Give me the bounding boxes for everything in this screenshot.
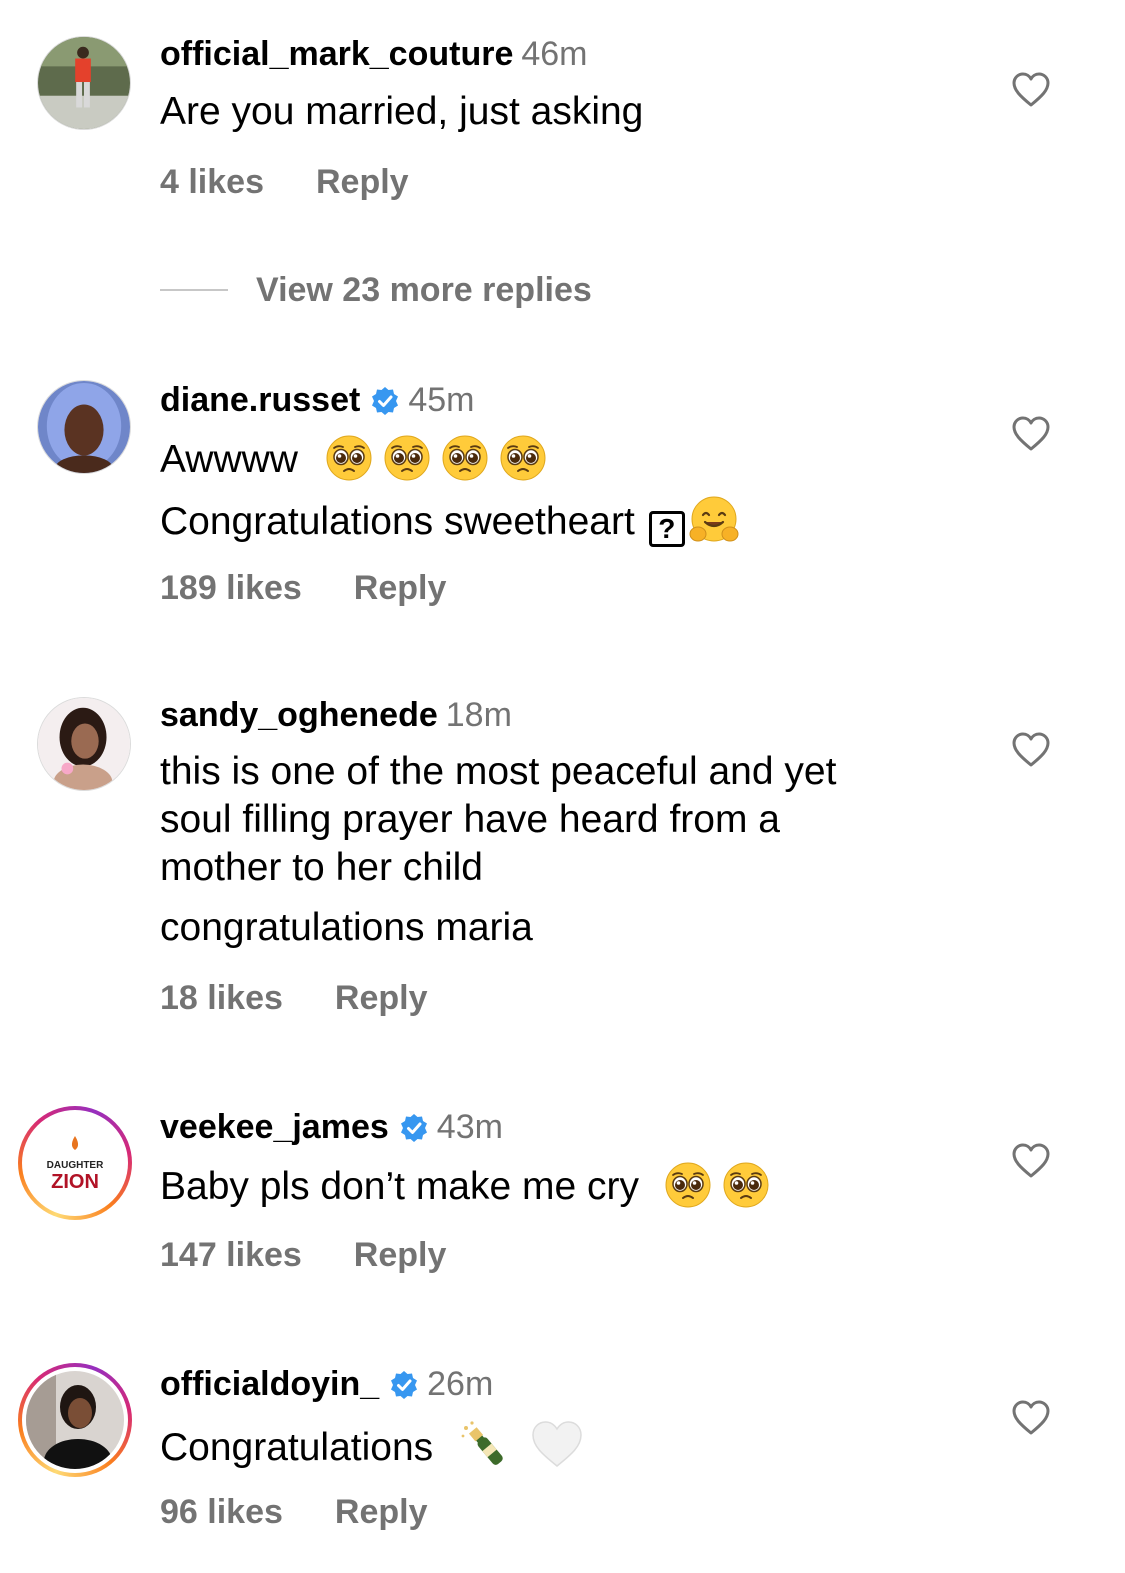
champagne-icon <box>458 1418 512 1472</box>
pleading-face-icon <box>383 434 431 482</box>
reply-button[interactable]: Reply <box>335 1493 428 1531</box>
reply-button[interactable]: Reply <box>354 569 447 607</box>
comment-header: diane.russet 45m <box>160 380 474 420</box>
username[interactable]: officialdoyin_ <box>160 1365 379 1403</box>
comment-text: Baby pls don’t make me cry <box>160 1161 960 1211</box>
like-heart-icon[interactable] <box>1012 1143 1050 1179</box>
comment-meta: 96 likes Reply <box>160 1492 427 1532</box>
logo-line1: DAUGHTER <box>47 1160 104 1171</box>
avatar[interactable] <box>37 36 131 130</box>
divider <box>160 289 228 291</box>
pleading-face-icon <box>499 434 547 482</box>
pleading-face-icon <box>441 434 489 482</box>
logo-line2: ZION <box>51 1171 99 1193</box>
comment-meta: 18 likes Reply <box>160 978 427 1018</box>
pleading-face-icon <box>664 1161 712 1209</box>
timestamp: 43m <box>436 1108 503 1146</box>
verified-badge-icon <box>389 1370 419 1400</box>
view-more-label[interactable]: View 23 more replies <box>256 271 592 309</box>
likes-count[interactable]: 4 likes <box>160 163 264 201</box>
like-heart-icon[interactable] <box>1012 416 1050 452</box>
comment-text: Awwww Congratulations sweetheart? <box>160 434 960 548</box>
comment-header: veekee_james 43m <box>160 1107 503 1147</box>
view-more-replies-button[interactable]: View 23 more replies <box>160 270 592 310</box>
likes-count[interactable]: 18 likes <box>160 979 283 1017</box>
comment-text: Congratulations <box>160 1418 960 1472</box>
likes-count[interactable]: 96 likes <box>160 1493 283 1531</box>
avatar[interactable] <box>37 380 131 474</box>
like-heart-icon[interactable] <box>1012 72 1050 108</box>
comment-line: this is one of the most peaceful and yet <box>160 750 837 793</box>
timestamp: 26m <box>427 1365 494 1403</box>
comment-meta: 189 likes Reply <box>160 568 446 608</box>
comment-header: officialdoyin_ 26m <box>160 1364 493 1404</box>
avatar[interactable] <box>18 1363 132 1477</box>
comment-meta: 4 likes Reply <box>160 162 409 202</box>
likes-count[interactable]: 189 likes <box>160 569 302 607</box>
avatar[interactable] <box>37 697 131 791</box>
hugging-face-icon <box>687 494 741 548</box>
username[interactable]: veekee_james <box>160 1108 389 1146</box>
comment-meta: 147 likes Reply <box>160 1235 446 1275</box>
timestamp: 45m <box>408 381 475 419</box>
verified-badge-icon <box>399 1113 429 1143</box>
comment-header: official_mark_couture 46m <box>160 34 588 74</box>
username[interactable]: sandy_oghenede <box>160 696 438 734</box>
like-heart-icon[interactable] <box>1012 732 1050 768</box>
unsupported-glyph-icon: ? <box>648 511 685 547</box>
comment-line: Congratulations sweetheart <box>160 500 635 543</box>
comment-line: mother to her child <box>160 846 483 889</box>
like-heart-icon[interactable] <box>1012 1400 1050 1436</box>
username[interactable]: official_mark_couture <box>160 35 513 73</box>
white-heart-icon <box>530 1418 584 1472</box>
comment-line: Are you married, just asking <box>160 90 644 133</box>
likes-count[interactable]: 147 likes <box>160 1236 302 1274</box>
reply-button[interactable]: Reply <box>316 163 409 201</box>
verified-badge-icon <box>370 386 400 416</box>
comment-header: sandy_oghenede 18m <box>160 695 512 735</box>
reply-button[interactable]: Reply <box>354 1236 447 1274</box>
comment-line: Awwww <box>160 438 298 481</box>
reply-button[interactable]: Reply <box>335 979 428 1017</box>
comment-line: Baby pls don’t make me cry <box>160 1165 640 1208</box>
comment-line: congratulations maria <box>160 906 533 949</box>
comment-text: Are you married, just asking <box>160 88 960 136</box>
daughter-of-zion-logo: DAUGHTER ZION <box>26 1114 124 1212</box>
username[interactable]: diane.russet <box>160 381 360 419</box>
pleading-face-icon <box>722 1161 770 1209</box>
timestamp: 46m <box>521 35 588 73</box>
comment-line: soul filling prayer have heard from a <box>160 798 780 841</box>
comment-line: Congratulations <box>160 1426 434 1469</box>
timestamp: 18m <box>445 696 512 734</box>
avatar[interactable]: DAUGHTER ZION <box>18 1106 132 1220</box>
pleading-face-icon <box>325 434 373 482</box>
comment-text: this is one of the most peaceful and yet… <box>160 748 960 952</box>
